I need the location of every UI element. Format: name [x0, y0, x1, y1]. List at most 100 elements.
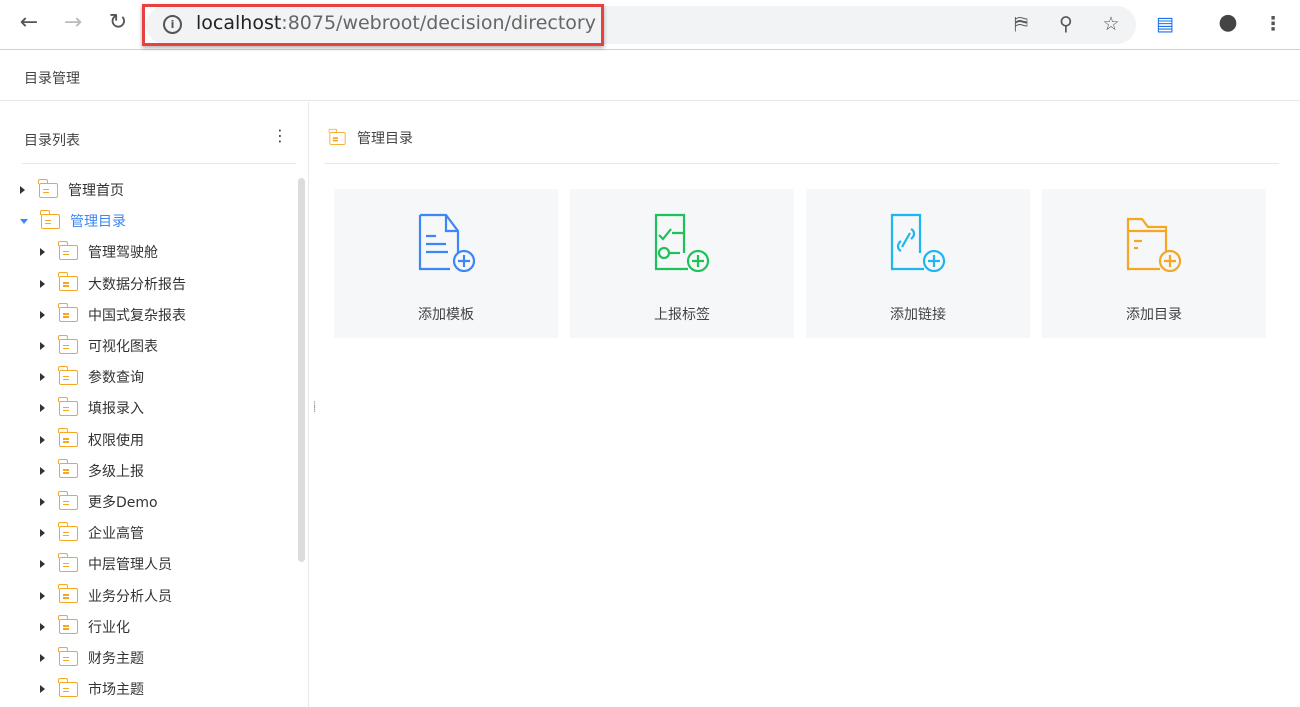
- star-icon[interactable]: ☆: [1098, 13, 1124, 35]
- tree-item-label: 权限使用: [88, 432, 144, 449]
- folder-icon: [58, 428, 78, 448]
- tree-item[interactable]: 中国式复杂报表: [40, 303, 186, 327]
- tree-item[interactable]: 可视化图表: [40, 334, 158, 358]
- folder-icon: [58, 552, 78, 572]
- caret-right-icon[interactable]: [40, 248, 45, 257]
- tree-item[interactable]: 权限使用: [40, 428, 144, 452]
- tree-item[interactable]: 财务主题: [40, 646, 144, 670]
- main-header: 管理目录: [328, 128, 413, 148]
- back-icon[interactable]: ←: [14, 10, 44, 35]
- caret-down-icon[interactable]: [20, 218, 28, 224]
- divider: [324, 163, 1279, 164]
- caret-right-icon[interactable]: [40, 435, 45, 444]
- caret-right-icon[interactable]: [40, 373, 45, 382]
- zoom-icon[interactable]: ⚲: [1053, 13, 1079, 35]
- folder-icon: [38, 178, 58, 198]
- caret-right-icon[interactable]: [40, 529, 45, 538]
- caret-right-icon[interactable]: [40, 685, 45, 694]
- folder-icon: [58, 365, 78, 385]
- card-label: 添加模板: [418, 307, 474, 323]
- tree-item-label: 可视化图表: [88, 339, 158, 355]
- resize-handle[interactable]: ⁞ ⁞: [313, 401, 319, 415]
- tree-item-label: 多级上报: [88, 463, 144, 480]
- tree-item-label: 中层管理人员: [88, 557, 172, 574]
- tree-item[interactable]: 大数据分析报告: [40, 272, 186, 296]
- card-label: 添加链接: [890, 307, 946, 323]
- tree-item[interactable]: 更多Demo: [40, 490, 158, 514]
- tree-item[interactable]: 多级上报: [40, 459, 144, 483]
- more-icon[interactable]: ⋮: [272, 126, 288, 145]
- caret-right-icon[interactable]: [40, 310, 45, 319]
- card-label: 上报标签: [654, 307, 710, 323]
- caret-right-icon[interactable]: [40, 404, 45, 413]
- account-icon[interactable]: ●: [1215, 10, 1241, 35]
- tree-item-label: 管理首页: [68, 183, 124, 199]
- tree-item-label: 更多Demo: [88, 495, 158, 511]
- folder-icon: [58, 615, 78, 635]
- caret-right-icon[interactable]: [40, 342, 45, 350]
- tree-item[interactable]: 管理目录: [20, 209, 126, 233]
- translate-icon[interactable]: ⛿: [1008, 13, 1034, 35]
- tree-item[interactable]: 业务分析人员: [40, 584, 172, 608]
- scrollbar[interactable]: [298, 178, 305, 562]
- report-tag-icon: [654, 213, 710, 273]
- tree-item[interactable]: 管理首页: [20, 178, 124, 202]
- folder-icon: [58, 396, 78, 416]
- tree-item-label: 参数查询: [88, 370, 144, 387]
- tree-item-label: 财务主题: [88, 651, 144, 667]
- caret-right-icon[interactable]: [40, 622, 45, 631]
- caret-right-icon[interactable]: [40, 654, 45, 662]
- folder-icon: [58, 677, 78, 697]
- tree-item[interactable]: 填报录入: [40, 396, 144, 420]
- tree-item-label: 业务分析人员: [88, 588, 172, 605]
- caret-right-icon[interactable]: [20, 186, 25, 194]
- folder-icon: [58, 646, 78, 666]
- folder-icon: [58, 584, 78, 604]
- add-directory-card[interactable]: 添加目录: [1042, 189, 1266, 338]
- tree-item[interactable]: 中层管理人员: [40, 552, 172, 576]
- tree-item[interactable]: 市场主题: [40, 677, 144, 701]
- folder-icon: [58, 521, 78, 541]
- extension-icon[interactable]: ▤: [1152, 13, 1178, 35]
- folder-icon: [40, 209, 60, 229]
- tree-item[interactable]: 参数查询: [40, 365, 144, 389]
- divider: [22, 163, 296, 164]
- menu-icon[interactable]: ⋮: [1260, 13, 1286, 35]
- main-title: 管理目录: [357, 131, 413, 147]
- page-title: 目录管理: [24, 71, 80, 87]
- caret-right-icon[interactable]: [40, 591, 45, 600]
- tree-item-label: 管理驾驶舱: [88, 245, 158, 262]
- tree-item[interactable]: 企业高管: [40, 521, 144, 545]
- add-template-icon: [418, 213, 476, 273]
- sidebar-title: 目录列表: [24, 133, 80, 149]
- tree-item-label: 行业化: [88, 619, 130, 636]
- tree-item-label: 企业高管: [88, 526, 144, 543]
- folder-icon: [58, 272, 78, 292]
- caret-right-icon[interactable]: [40, 560, 45, 569]
- card-label: 添加目录: [1126, 307, 1182, 323]
- report-tag-card[interactable]: 上报标签: [570, 189, 794, 338]
- caret-right-icon[interactable]: [40, 466, 45, 475]
- reload-icon[interactable]: ↻: [103, 10, 133, 35]
- tree-item[interactable]: 行业化: [40, 615, 130, 639]
- folder-icon: [58, 334, 78, 354]
- tree-item[interactable]: 管理驾驶舱: [40, 240, 158, 264]
- forward-icon[interactable]: →: [58, 10, 88, 35]
- folder-icon: [58, 459, 78, 479]
- tree-item-label: 中国式复杂报表: [88, 307, 186, 324]
- add-template-card[interactable]: 添加模板: [334, 189, 558, 338]
- sidebar: 目录列表 ⋮ 管理首页管理目录管理驾驶舱大数据分析报告 中国式复杂报表 可视化图表参…: [0, 102, 309, 707]
- add-link-card[interactable]: 添加链接: [806, 189, 1030, 338]
- folder-icon: [58, 240, 78, 260]
- folder-icon: [58, 490, 78, 510]
- caret-right-icon[interactable]: [40, 279, 45, 288]
- browser-toolbar: ← → ↻ i localhost:8075/webroot/decision/…: [0, 0, 1300, 50]
- add-link-icon: [890, 213, 946, 273]
- caret-right-icon[interactable]: [40, 498, 45, 506]
- url-highlight-box: [142, 4, 604, 46]
- page-header: 目录管理: [0, 51, 1300, 101]
- tree-item-label: 大数据分析报告: [88, 276, 186, 293]
- folder-icon: [328, 128, 346, 145]
- tree-item-label: 管理目录: [70, 214, 126, 231]
- tree-item-label: 市场主题: [88, 682, 144, 699]
